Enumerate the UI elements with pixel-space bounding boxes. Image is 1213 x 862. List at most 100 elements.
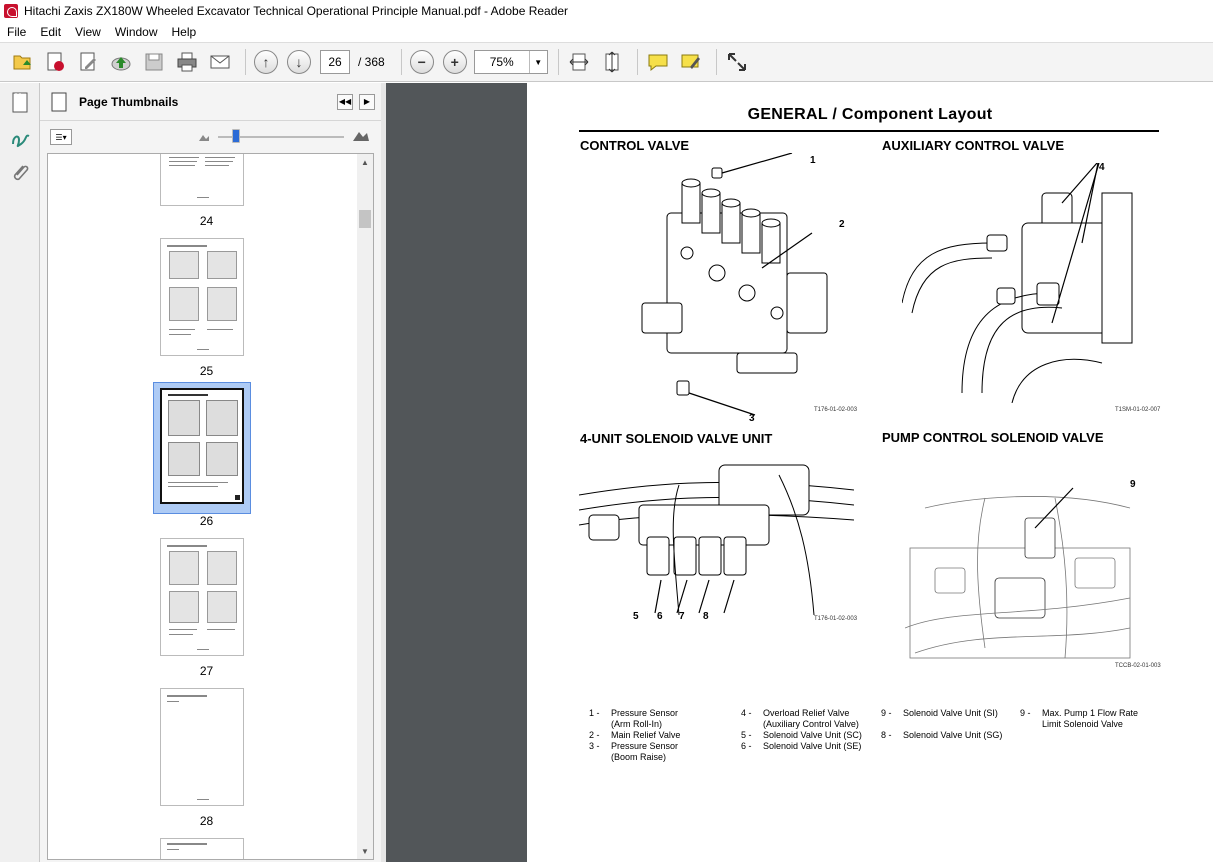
callout-3: 3 bbox=[749, 413, 755, 424]
scroll-down-icon[interactable]: ▼ bbox=[357, 843, 373, 859]
thumbnail-size-slider[interactable] bbox=[199, 129, 369, 143]
thumbnail-label: 28 bbox=[199, 814, 214, 828]
legend-item-9a: 9 - Solenoid Valve Unit (SI) bbox=[881, 708, 998, 719]
legend-item-4: 4 - Overload Relief Valve (Auxiliary Contr… bbox=[741, 708, 859, 730]
highlight-button[interactable] bbox=[677, 48, 705, 76]
create-pdf-icon[interactable] bbox=[41, 48, 69, 76]
menu-edit[interactable]: Edit bbox=[33, 22, 68, 42]
thumbnail-page-27[interactable] bbox=[160, 538, 244, 656]
section-control-valve: CONTROL VALVE bbox=[580, 138, 690, 153]
legend-item-1: 1 - Pressure Sensor (Arm Roll-In) bbox=[589, 708, 678, 730]
heading-rule bbox=[579, 130, 1159, 132]
figure-reference: TCCB-02-01-003 bbox=[1115, 663, 1161, 669]
scroll-up-icon[interactable]: ▲ bbox=[357, 154, 373, 170]
zoom-out-button[interactable]: − bbox=[408, 48, 436, 76]
menu-help[interactable]: Help bbox=[165, 22, 204, 42]
legend-text: Overload Relief Valve bbox=[763, 708, 850, 718]
edit-icon[interactable] bbox=[74, 48, 102, 76]
legend-number: 6 - bbox=[741, 741, 752, 751]
signatures-icon[interactable] bbox=[6, 125, 34, 153]
figure-reference: T176-01-02-003 bbox=[814, 616, 858, 622]
callout-8: 8 bbox=[703, 611, 709, 622]
email-icon[interactable] bbox=[206, 48, 234, 76]
zoom-in-button[interactable]: + bbox=[441, 48, 469, 76]
section-pump-control-solenoid: PUMP CONTROL SOLENOID VALVE bbox=[882, 430, 1104, 445]
mountain-large-icon bbox=[353, 132, 369, 141]
legend-item-5: 5 - Solenoid Valve Unit (SC) bbox=[741, 730, 862, 741]
collapse-panel-button[interactable]: ◀◀ bbox=[337, 93, 353, 110]
menu-file[interactable]: File bbox=[0, 22, 33, 42]
next-page-button[interactable]: ↓ bbox=[285, 48, 313, 76]
thumbnail-page-28[interactable] bbox=[160, 688, 244, 806]
page-thumbnails-icon[interactable] bbox=[6, 89, 34, 117]
auxiliary-control-valve-figure bbox=[902, 163, 1133, 403]
toolbar-separator bbox=[557, 49, 559, 75]
thumbnail-page-25[interactable] bbox=[160, 238, 244, 356]
toolbar-separator bbox=[400, 49, 402, 75]
figure-reference: T1SM-01-02-007 bbox=[1115, 407, 1161, 413]
toolbar-separator bbox=[245, 49, 246, 75]
legend-text: Solenoid Valve Unit (SI) bbox=[903, 708, 998, 718]
page-thumbnails-panel: Page Thumbnails ◀◀ ▶ ☰▾ 24 25 26 27 28 ▲… bbox=[40, 83, 381, 862]
legend-text-2: (Arm Roll-In) bbox=[611, 719, 662, 729]
legend-text-2: Limit Solenoid Valve bbox=[1042, 719, 1123, 729]
page-total: / 368 bbox=[358, 55, 385, 69]
thumbnail-page-26[interactable] bbox=[160, 388, 244, 504]
navigation-rail bbox=[0, 83, 40, 862]
zoom-select[interactable]: 75% ▼ bbox=[473, 50, 548, 74]
chevron-down-icon: ▼ bbox=[528, 51, 547, 73]
fit-page-button[interactable] bbox=[598, 48, 626, 76]
pump-control-solenoid-figure bbox=[905, 487, 1131, 659]
legend-number: 4 - bbox=[741, 708, 752, 718]
thumbnail-label: 27 bbox=[199, 664, 214, 678]
legend-text: Solenoid Valve Unit (SE) bbox=[763, 741, 862, 751]
scrollbar-thumb[interactable] bbox=[359, 210, 371, 228]
legend-item-2: 2 - Main Relief Valve bbox=[589, 730, 680, 741]
full-screen-button[interactable] bbox=[723, 48, 751, 76]
panel-tools: ☰▾ bbox=[40, 121, 381, 153]
page-thumbnails-icon bbox=[51, 92, 67, 111]
fit-width-button[interactable] bbox=[565, 48, 593, 76]
open-icon[interactable] bbox=[8, 48, 36, 76]
save-icon[interactable] bbox=[140, 48, 168, 76]
comment-button[interactable] bbox=[644, 48, 672, 76]
legend-text: Max. Pump 1 Flow Rate bbox=[1042, 708, 1139, 718]
window-title: Hitachi Zaxis ZX180W Wheeled Excavator T… bbox=[24, 4, 569, 18]
thumbnail-page-29[interactable] bbox=[160, 838, 244, 859]
thumbnail-page-24[interactable] bbox=[160, 154, 244, 206]
previous-page-button[interactable]: ↑ bbox=[252, 48, 280, 76]
thumbnail-list[interactable]: 24 25 26 27 28 bbox=[47, 153, 364, 860]
page-number-input[interactable]: 26 bbox=[320, 50, 350, 74]
legend-number: 3 - bbox=[589, 741, 600, 751]
print-icon[interactable] bbox=[173, 48, 201, 76]
legend-number: 9 - bbox=[881, 708, 892, 718]
pdf-page: GENERAL / Component Layout CONTROL VALVE… bbox=[527, 83, 1213, 862]
legend-number: 9 - bbox=[1020, 708, 1031, 718]
menu-view[interactable]: View bbox=[68, 22, 108, 42]
legend-number: 2 - bbox=[589, 730, 600, 740]
minus-icon: − bbox=[409, 50, 434, 74]
attachments-icon[interactable] bbox=[6, 159, 34, 187]
figure-reference: T176-01-02-003 bbox=[814, 407, 858, 413]
document-view[interactable]: GENERAL / Component Layout CONTROL VALVE… bbox=[386, 83, 1213, 862]
menu-window[interactable]: Window bbox=[108, 22, 165, 42]
legend-item-3: 3 - Pressure Sensor (Boom Raise) bbox=[589, 741, 678, 763]
upload-icon[interactable] bbox=[107, 48, 135, 76]
options-button[interactable]: ☰▾ bbox=[50, 129, 72, 145]
callout-5: 5 bbox=[633, 611, 639, 622]
legend-item-9b: 9 - Max. Pump 1 Flow Rate Limit Solenoid V… bbox=[1020, 708, 1138, 730]
panel-header: Page Thumbnails ◀◀ ▶ bbox=[40, 83, 381, 121]
thumbnail-label: 24 bbox=[199, 214, 214, 228]
thumbnail-scrollbar[interactable]: ▲ ▼ bbox=[357, 153, 374, 860]
slider-handle[interactable] bbox=[232, 129, 240, 143]
zoom-value: 75% bbox=[489, 55, 514, 69]
panel-menu-button[interactable]: ▶ bbox=[359, 93, 375, 110]
panel-title: Page Thumbnails bbox=[79, 94, 179, 109]
adobe-reader-icon bbox=[4, 4, 18, 18]
arrow-up-icon: ↑ bbox=[254, 50, 278, 74]
legend-number: 1 - bbox=[589, 708, 600, 718]
legend-number: 8 - bbox=[881, 730, 892, 740]
legend-text: Solenoid Valve Unit (SG) bbox=[903, 730, 1003, 740]
plus-icon: + bbox=[442, 50, 467, 74]
callout-9: 9 bbox=[1130, 479, 1136, 490]
